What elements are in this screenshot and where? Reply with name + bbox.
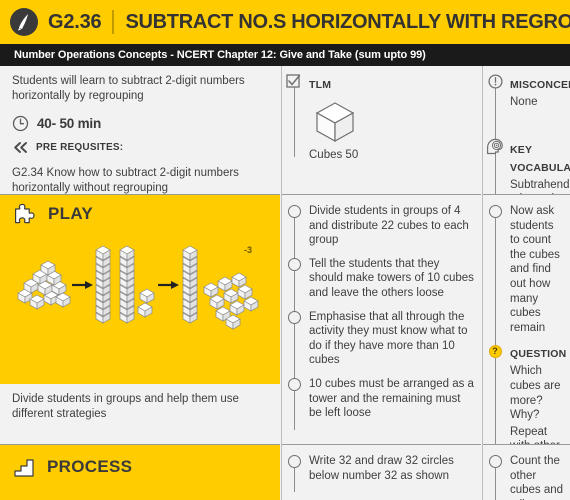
step-bullet [287,455,301,468]
content-grid: Students will learn to subtract 2-digit … [0,66,570,500]
play-banner: PLAY [0,195,280,233]
process-banner: PROCESS [0,445,280,489]
question-text: Which cubes are more? Why? [510,365,561,422]
list-item: Tell the students that they should make … [282,257,475,301]
tlm-panel: TLM Cubes 50 [282,66,481,194]
play-steps-panel: Divide students in groups of 4 and distr… [282,195,481,444]
stairs-icon [13,456,36,479]
sub-title-bar: Number Operations Concepts - NCERT Chapt… [0,44,570,66]
duration-row: 40- 50 min [12,115,268,132]
list-item: Now ask students to count the cubes and … [483,204,564,335]
title-bar: G2.36 SUBTRACT NO.S HORIZONTALLY WITH RE… [0,0,570,44]
puzzle-piece-icon [13,202,37,226]
play-notes-panel: Now ask students to count the cubes and … [483,195,570,444]
double-chevron-left-icon [12,141,29,154]
vocabulary-item: KEY VOCABULARY Subtrahend, minuend, diff… [483,137,570,194]
worksheet-page: G2.36 SUBTRACT NO.S HORIZONTALLY WITH RE… [0,0,570,500]
clock-icon [12,115,29,132]
play-notes-timeline: Now ask students to count the cubes and … [483,195,570,444]
step-text: Divide students in groups of 4 and distr… [309,205,469,247]
column-middle: TLM Cubes 50 Divide students in groups o… [281,66,481,500]
list-item: Count the other cubes and tell students … [483,454,564,500]
page-title: SUBTRACT NO.S HORIZONTALLY WITH REGROUP [125,10,570,33]
step-text: Now ask students to count the cubes and … [510,205,560,334]
step-text: Count the other cubes and tell students … [510,455,564,500]
question-circle-icon: ? [488,345,502,359]
head-brain-icon [485,137,503,154]
vocabulary-label: KEY VOCABULARY [510,143,570,174]
play-section: PLAY -3 [0,195,280,384]
process-notes-timeline: Count the other cubes and tell students … [483,445,570,500]
prerequisite-body: G2.34 Know how to subtract 2-digit numbe… [12,167,239,194]
list-item: Divide students in groups of 4 and distr… [282,204,475,248]
step-bullet [287,205,301,218]
exclamation-circle-icon [487,74,503,89]
play-caption-panel: Divide students in groups and help them … [0,384,280,444]
tlm-material-label: Cubes 50 [309,149,359,161]
process-steps-timeline: Write 32 and draw 32 circles below numbe… [282,445,481,498]
objective-text: Students will learn to subtract 2-digit … [12,75,245,102]
play-steps-timeline: Divide students in groups of 4 and distr… [282,195,481,436]
process-steps-panel: Write 32 and draw 32 circles below numbe… [282,445,481,500]
step-text: Emphasise that all through the activity … [309,310,468,367]
column-left: Students will learn to subtract 2-digit … [0,66,280,500]
checkbox-checked-icon [286,74,301,88]
misconception-item: MISCONCEPTIONS None [483,74,570,110]
question-extra: Repeat with other numbers [510,425,560,444]
step-text: 10 cubes must be arranged as a tower and… [309,377,474,420]
list-item: Write 32 and draw 32 circles below numbe… [282,454,475,483]
figure-annotation: -3 [243,245,252,255]
list-item: Emphasise that all through the activity … [282,310,475,368]
tlm-heading-item: TLM [282,74,475,93]
tlm-label: TLM [309,79,332,91]
vocabulary-body: Subtrahend, minuend, difference, tens, o… [510,178,570,194]
tlm-timeline: TLM Cubes 50 [282,66,481,171]
cube-icon [309,97,475,145]
process-section: PROCESS [0,445,280,500]
question-item: ? QUESTION Which cubes are more? Why? Re… [483,344,567,444]
lesson-code: G2.36 [48,10,102,33]
misconception-vocab-panel: MISCONCEPTIONS None KEY VOCAB [483,66,570,194]
step-bullet [488,455,502,468]
step-bullet [287,257,301,271]
step-bullet [287,377,301,391]
curriculum-subtitle: Number Operations Concepts - NCERT Chapt… [14,49,426,61]
step-text: Tell the students that they should make … [309,257,474,299]
cube-regrouping-figure: -3 [0,233,280,351]
misconception-body: None [510,96,538,108]
list-item: 10 cubes must be arranged as a tower and… [282,377,475,421]
rocket-logo-icon [10,8,38,36]
question-label: QUESTION [510,348,567,361]
play-caption: Divide students in groups and help them … [12,393,239,420]
prerequisite-label: PRE REQUSITES: [36,142,124,153]
duration-text: 40- 50 min [37,116,102,131]
step-text: Write 32 and draw 32 circles below numbe… [309,455,454,482]
title-separator [112,10,115,34]
step-bullet [488,205,502,218]
prerequisite-row: PRE REQUSITES: [12,141,268,154]
tlm-material-item: Cubes 50 [282,97,475,161]
play-label: PLAY [48,204,93,223]
overview-panel: Students will learn to subtract 2-digit … [0,66,280,194]
misconception-timeline: MISCONCEPTIONS None KEY VOCAB [483,66,570,194]
process-notes-panel: Count the other cubes and tell students … [483,445,570,500]
misconception-label: MISCONCEPTIONS [510,79,570,91]
process-label: PROCESS [47,457,133,476]
step-bullet [287,310,301,324]
column-right: MISCONCEPTIONS None KEY VOCAB [482,66,570,500]
